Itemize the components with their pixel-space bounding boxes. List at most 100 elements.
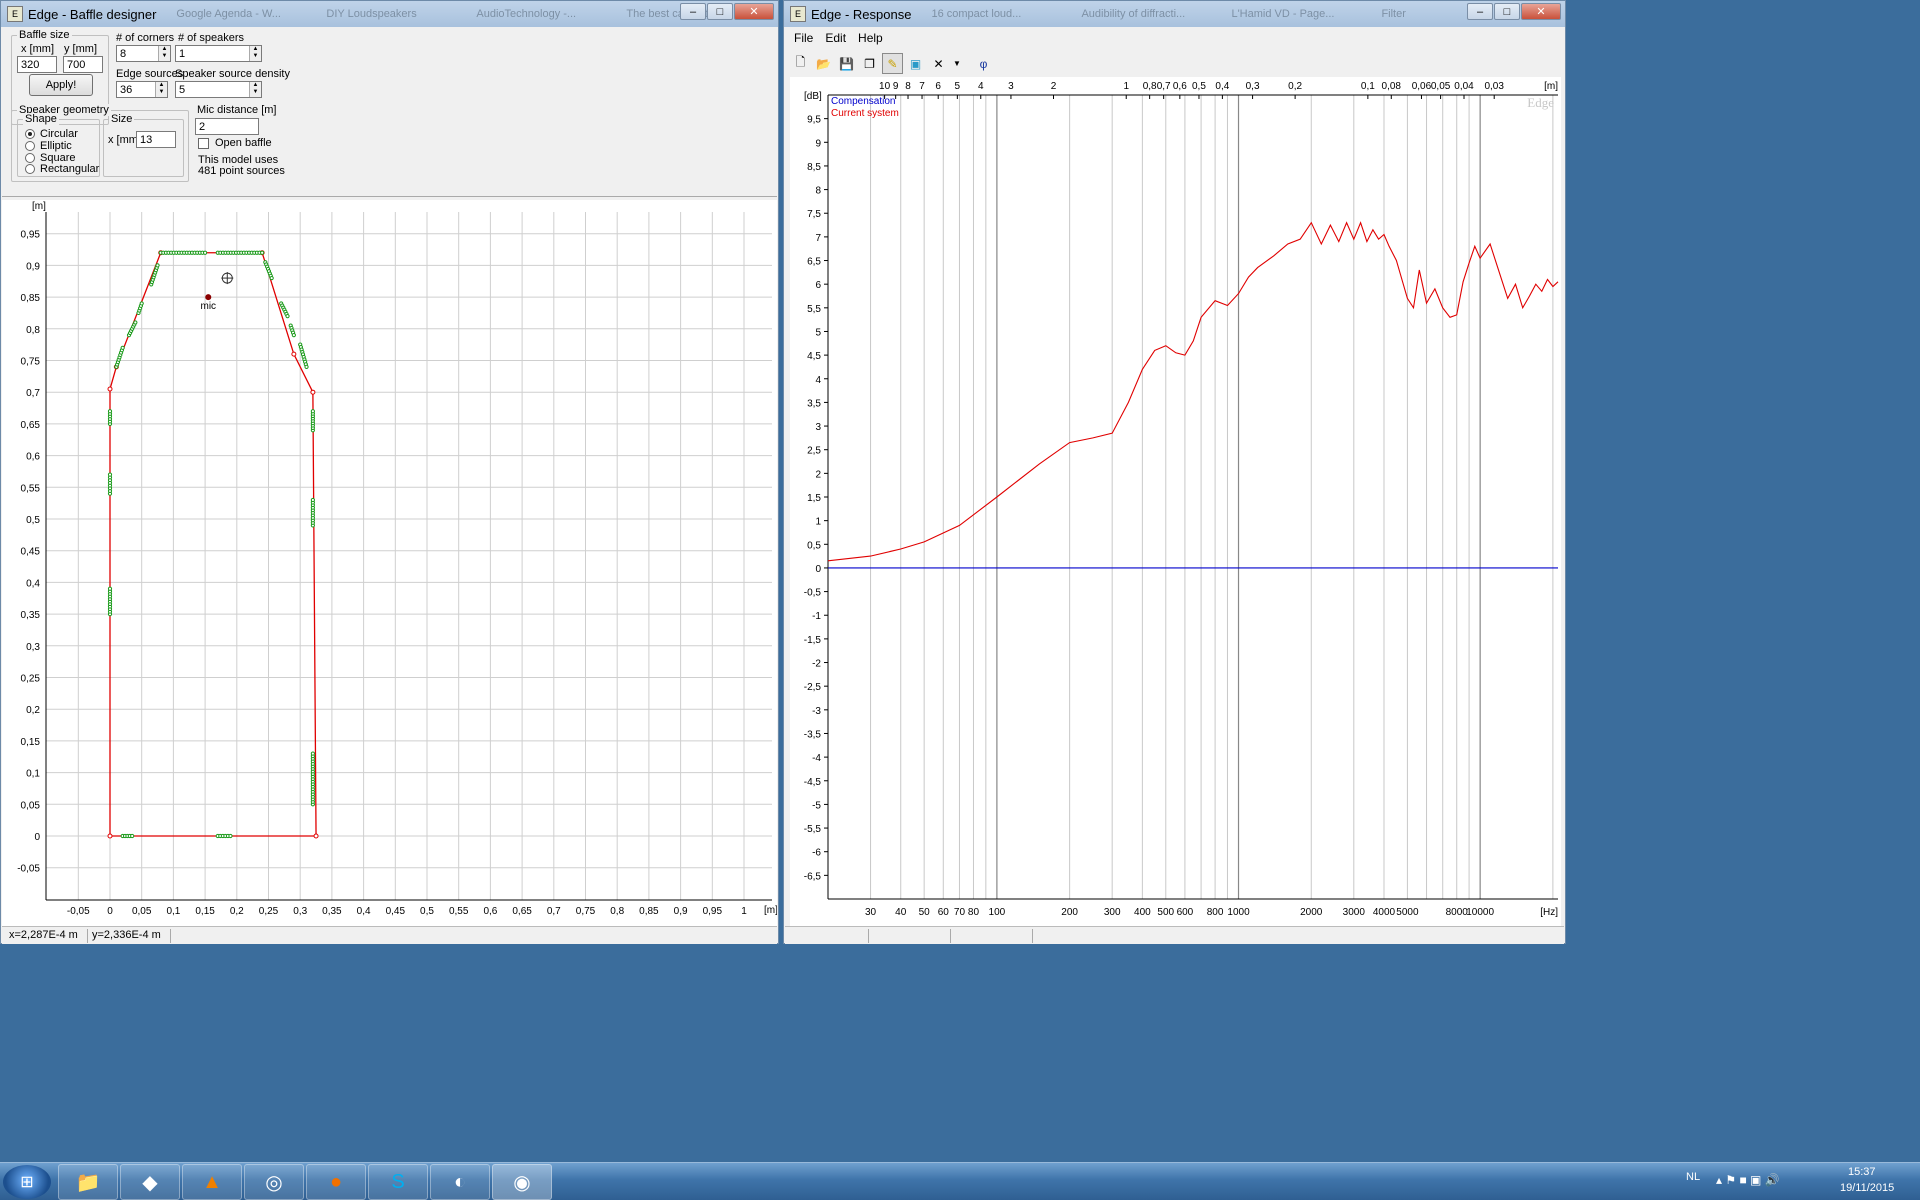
db-unit-label: [dB] — [804, 91, 822, 102]
y-tick-label: 0,25 — [21, 674, 41, 685]
edge-source-point — [120, 345, 125, 350]
y-tick-label: 0,95 — [21, 230, 41, 241]
y-tick-label: 0,65 — [21, 420, 41, 431]
y-tick-label: 0,9 — [26, 261, 40, 272]
x-tick-label: 60 — [938, 907, 950, 918]
x-tick-label: 100 — [989, 907, 1006, 918]
top-tick-label: 9 — [893, 81, 899, 92]
plot-unit-label: [m] — [32, 201, 46, 212]
close-button[interactable]: ✕ — [734, 3, 774, 20]
speaker-icon[interactable]: ▣ — [905, 53, 926, 74]
open-baffle-label: Open baffle — [215, 137, 272, 149]
edge-sources-spinner[interactable]: 36 ▲ ▼ — [116, 81, 168, 98]
speaker-density-label: Speaker source density — [175, 68, 290, 80]
minimize-button[interactable]: – — [1467, 3, 1493, 20]
shape-elliptic-radio[interactable]: Elliptic — [25, 140, 72, 152]
x-tick-label: 0,75 — [576, 906, 596, 917]
maximize-button[interactable]: □ — [707, 3, 733, 20]
x-tick-label: 500 — [1157, 907, 1174, 918]
dropdown-arrow-icon[interactable]: ▼ — [951, 53, 963, 74]
copy-icon[interactable]: ❐ — [859, 53, 880, 74]
spin-arrows-icon[interactable]: ▲ ▼ — [155, 82, 167, 97]
x-tick-label: 1000 — [1227, 907, 1250, 918]
spin-arrows-icon[interactable]: ▲ ▼ — [158, 46, 170, 61]
chrome-taskbar-icon[interactable]: ◎ — [244, 1164, 304, 1200]
phase-icon[interactable]: φ — [973, 53, 994, 74]
y-tick-label: 0,05 — [21, 800, 41, 811]
top-tick-label: 0,03 — [1484, 81, 1504, 92]
speaker-app-taskbar-icon[interactable]: ◐ — [430, 1164, 490, 1200]
clock-time[interactable]: 15:37 — [1848, 1166, 1876, 1178]
y-tick-label: -5 — [812, 800, 821, 811]
explorer-taskbar-icon[interactable]: 📁 — [58, 1164, 118, 1200]
baffle-designer-window: E Edge - Baffle designer Google Agenda -… — [0, 0, 779, 944]
delete-icon[interactable]: ✕ — [928, 53, 949, 74]
x-tick-label: 70 — [954, 907, 966, 918]
speakers-value: 1 — [179, 48, 186, 60]
status-y: y=2,336E-4 m — [89, 929, 171, 943]
save-icon[interactable]: 💾 — [836, 53, 857, 74]
menu-file[interactable]: File — [788, 28, 819, 48]
start-button[interactable]: ⊞ — [3, 1165, 51, 1199]
x-tick-label: 0,6 — [483, 906, 497, 917]
pencil-icon[interactable]: ✎ — [882, 53, 903, 74]
response-plot[interactable]: 9,5 9 8,5 8 7,5 7 6,5 6 5,5 5 4,5 4 3,5 3 2,5 2 1,5 1 0,5 0… — [790, 77, 1561, 929]
new-file-icon[interactable]: 🗋 — [790, 53, 811, 74]
y-tick-label: 5 — [815, 327, 821, 338]
baffle-x-input[interactable]: 320 — [17, 56, 57, 73]
minimize-button[interactable]: – — [680, 3, 706, 20]
y-tick-label: -1,5 — [804, 635, 822, 646]
x-tick-label: 50 — [919, 907, 931, 918]
edge-taskbar-icon[interactable]: ◉ — [492, 1164, 552, 1200]
shape-circular-radio[interactable]: Circular — [25, 128, 78, 140]
firefox-taskbar-icon[interactable]: ● — [306, 1164, 366, 1200]
skype-taskbar-icon[interactable]: S — [368, 1164, 428, 1200]
speaker-density-spinner[interactable]: 5 ▲ ▼ — [175, 81, 262, 98]
y-tick-label: 0,45 — [21, 547, 41, 558]
media-player-taskbar-icon[interactable]: ◆ — [120, 1164, 180, 1200]
top-tick-label: 0,04 — [1454, 81, 1474, 92]
controls-panel: Baffle size x [mm] y [mm] 320 700 Apply!… — [2, 27, 777, 197]
y-tick-label: 5,5 — [807, 304, 821, 315]
apply-button[interactable]: Apply! — [29, 74, 93, 96]
spin-arrows-icon[interactable]: ▲ ▼ — [249, 46, 261, 61]
baffle-designer-titlebar[interactable]: E Edge - Baffle designer Google Agenda -… — [1, 1, 778, 27]
spin-arrows-icon[interactable]: ▲ ▼ — [249, 82, 261, 97]
edge-source-point — [310, 497, 315, 503]
shape-rectangular-radio[interactable]: Rectangular — [25, 163, 99, 175]
close-button[interactable]: ✕ — [1521, 3, 1561, 20]
corners-spinner[interactable]: 8 ▲ ▼ — [116, 45, 171, 62]
menu-help[interactable]: Help — [852, 28, 889, 48]
edge-source-point — [107, 409, 113, 414]
top-tick-label: 0,3 — [1246, 81, 1260, 92]
clock-date[interactable]: 19/11/2015 — [1840, 1182, 1894, 1194]
y-tick-label: -3,5 — [804, 729, 822, 740]
speakers-spinner[interactable]: 1 ▲ ▼ — [175, 45, 262, 62]
maximize-button[interactable]: □ — [1494, 3, 1520, 20]
mic-distance-input[interactable]: 2 — [195, 118, 259, 135]
y-tick-label: 0,1 — [26, 769, 40, 780]
x-tick-label: 40 — [895, 907, 907, 918]
speaker-density-value: 5 — [179, 84, 186, 96]
y-tick-label: 8 — [815, 186, 821, 197]
language-indicator[interactable]: NL — [1686, 1171, 1700, 1183]
radio-icon — [25, 164, 35, 174]
menu-edit[interactable]: Edit — [819, 28, 852, 48]
legend-compensation: Compensation — [831, 96, 895, 107]
response-titlebar[interactable]: E Edge - Response 16 compact loud... Aud… — [784, 1, 1565, 27]
baffle-corner-point — [310, 389, 316, 395]
baffle-plot[interactable]: [m] [m] 0,95 0,9 0,85 0,8 0,75 0,7 0,65 0,6 0,55 0,… — [2, 200, 777, 927]
open-baffle-checkbox[interactable]: Open baffle — [198, 137, 272, 149]
baffle-y-input[interactable]: 700 — [63, 56, 103, 73]
open-folder-icon[interactable]: 📂 — [813, 53, 834, 74]
size-x-input[interactable]: 13 — [136, 131, 176, 148]
tray-icons[interactable]: ▴ ⚑ ■ ▣ 🔊 — [1716, 1173, 1780, 1187]
status-cell — [871, 929, 951, 943]
bg-tab: AudioTechnology -... — [476, 8, 577, 20]
y-tick-label: 0,6 — [26, 452, 40, 463]
y-tick-label: 0,7 — [26, 388, 40, 399]
edge-source-point — [133, 320, 138, 325]
y-tick-label: -2 — [812, 659, 821, 670]
vlc-taskbar-icon[interactable]: ▲ — [182, 1164, 242, 1200]
y-tick-label: 0,5 — [807, 540, 821, 551]
